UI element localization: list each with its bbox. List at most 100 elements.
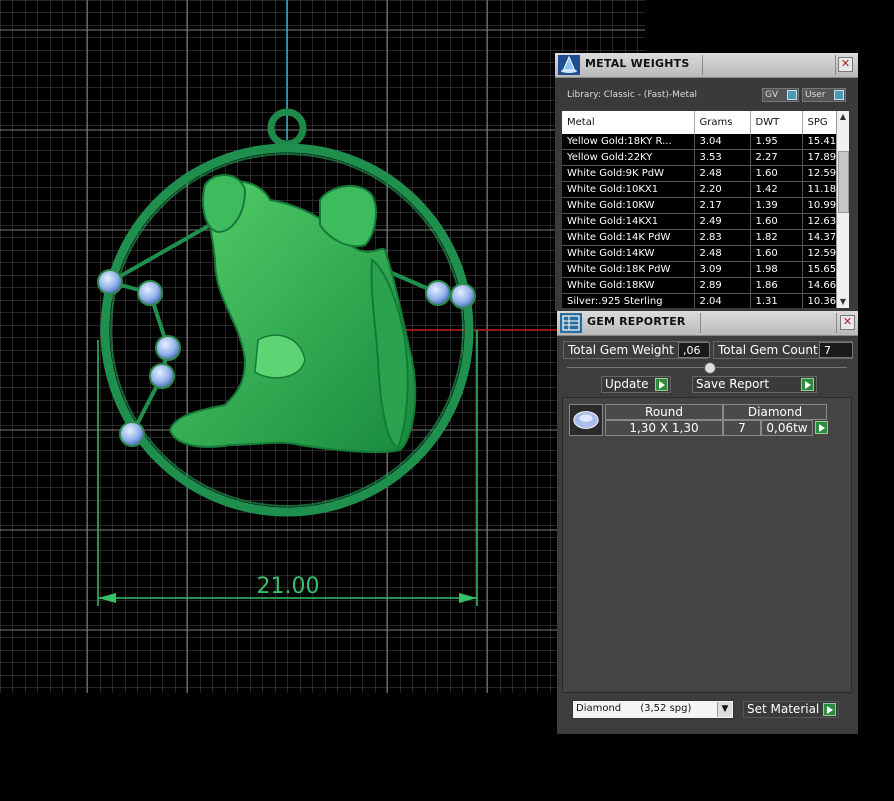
set-material-button[interactable]: Set Material: [743, 701, 839, 718]
play-icon: [655, 378, 668, 391]
library-label: Library: Classic - (Fast)-Metal: [567, 90, 698, 100]
scroll-down-arrow[interactable]: ▼: [838, 297, 848, 307]
play-icon: [801, 378, 814, 391]
table-row[interactable]: White Gold:18KW 2.89 1.86 14.66: [562, 277, 836, 294]
table-cell: 15.41: [802, 134, 836, 150]
vertical-scrollbar[interactable]: ▲ ▼: [836, 111, 849, 308]
table-cell: 14.66: [802, 277, 836, 294]
gem-reporter-panel: GEM REPORTER ✕ Total Gem Weight ,06 Tota…: [557, 311, 858, 734]
gv-toggle-label: GV: [765, 90, 779, 100]
table-cell: 14.37: [802, 229, 836, 246]
round-gem-icon: [569, 404, 603, 436]
metal-table: Metal Grams DWT SPG Yellow Gold:18KY R..…: [562, 111, 836, 308]
table-cell: White Gold:10KX1: [562, 181, 695, 198]
table-cell: 2.04: [694, 293, 751, 308]
table-cell: White Gold:14KW: [562, 245, 695, 262]
table-row[interactable]: White Gold:10KW 2.17 1.39 10.99: [562, 197, 836, 214]
splitter-handle[interactable]: [704, 362, 716, 374]
user-toggle[interactable]: User: [802, 88, 846, 102]
table-cell: 1.39: [750, 197, 803, 214]
table-row[interactable]: Yellow Gold:22KY 3.53 2.27 17.89: [562, 149, 836, 166]
gem-size: 1,30 X 1,30: [605, 420, 723, 436]
table-cell: 1.98: [750, 261, 803, 278]
close-icon[interactable]: ✕: [840, 315, 855, 330]
table-cell: Yellow Gold:18KY R...: [562, 134, 695, 150]
gv-toggle[interactable]: GV: [762, 88, 799, 102]
column-header[interactable]: Metal: [562, 111, 695, 134]
gem-report-icon: [560, 313, 582, 333]
column-header[interactable]: SPG: [802, 111, 836, 134]
table-cell: 3.53: [694, 149, 751, 166]
table-cell: 10.36: [802, 293, 836, 308]
table-cell: 12.63: [802, 213, 836, 230]
table-row[interactable]: White Gold:9K PdW 2.48 1.60 12.59: [562, 165, 836, 182]
table-cell: Yellow Gold:22KY: [562, 149, 695, 166]
table-cell: 17.89: [802, 149, 836, 166]
table-cell: 1.86: [750, 277, 803, 294]
table-cell: White Gold:14KX1: [562, 213, 695, 230]
table-cell: 2.48: [694, 165, 751, 182]
title-separator: [700, 313, 701, 333]
table-cell: 2.27: [750, 149, 803, 166]
user-toggle-label: User: [805, 90, 826, 100]
rhino-jewel-icon: [558, 55, 580, 75]
table-cell: 2.48: [694, 245, 751, 262]
table-header-row: Metal Grams DWT SPG: [562, 111, 836, 134]
table-cell: 3.09: [694, 261, 751, 278]
table-cell: 2.49: [694, 213, 751, 230]
gem-weight: 0,06tw: [761, 420, 813, 436]
table-row[interactable]: Yellow Gold:18KY R... 3.04 1.95 15.41: [562, 134, 836, 150]
set-material-button-label: Set Material: [747, 702, 820, 716]
table-cell: 11.18: [802, 181, 836, 198]
table-cell: 1.42: [750, 181, 803, 198]
table-cell: White Gold:18KW: [562, 277, 695, 294]
scroll-up-arrow[interactable]: ▲: [838, 112, 848, 122]
table-cell: White Gold:10KW: [562, 197, 695, 214]
metal-table-container: Metal Grams DWT SPG Yellow Gold:18KY R..…: [562, 111, 836, 308]
table-cell: 2.89: [694, 277, 751, 294]
total-gem-count-value[interactable]: 7: [819, 342, 853, 358]
table-cell: 2.20: [694, 181, 751, 198]
table-row[interactable]: Silver:.925 Sterling 2.04 1.31 10.36: [562, 293, 836, 308]
save-report-button[interactable]: Save Report: [692, 376, 817, 393]
table-cell: White Gold:14K PdW: [562, 229, 695, 246]
gem-row[interactable]: Round Diamond 1,30 X 1,30 7 0,06tw: [569, 404, 829, 438]
table-cell: 1.60: [750, 213, 803, 230]
update-button-label: Update: [605, 377, 649, 391]
table-cell: 1.82: [750, 229, 803, 246]
column-header[interactable]: Grams: [694, 111, 751, 134]
gem-reporter-titlebar[interactable]: GEM REPORTER ✕: [557, 311, 858, 336]
title-separator: [835, 55, 836, 75]
gem-reporter-title: GEM REPORTER: [587, 315, 686, 328]
dimension-label: 21.00: [257, 574, 320, 599]
save-report-button-label: Save Report: [696, 377, 770, 391]
table-row[interactable]: White Gold:14KX1 2.49 1.60 12.63: [562, 213, 836, 230]
close-icon[interactable]: ✕: [838, 57, 853, 72]
table-cell: 1.95: [750, 134, 803, 150]
metal-weights-title: METAL WEIGHTS: [585, 57, 690, 70]
table-cell: White Gold:9K PdW: [562, 165, 695, 182]
table-row[interactable]: White Gold:14KW 2.48 1.60 12.59: [562, 245, 836, 262]
scroll-thumb[interactable]: [838, 151, 849, 213]
table-cell: 12.59: [802, 165, 836, 182]
play-icon: [823, 703, 836, 716]
material-dropdown-value: Diamond (3,52 spg): [576, 703, 692, 714]
column-header[interactable]: DWT: [750, 111, 803, 134]
gem-count: 7: [723, 420, 761, 436]
metal-weights-titlebar[interactable]: METAL WEIGHTS ✕: [555, 53, 858, 78]
title-separator: [702, 55, 703, 75]
table-cell: 1.60: [750, 165, 803, 182]
gem-list-area: Round Diamond 1,30 X 1,30 7 0,06tw: [562, 397, 852, 693]
table-row[interactable]: White Gold:18K PdW 3.09 1.98 15.65: [562, 261, 836, 278]
table-cell: 12.59: [802, 245, 836, 262]
gem-detail-play-icon[interactable]: [815, 421, 828, 434]
table-cell: Silver:.925 Sterling: [562, 293, 695, 308]
table-cell: 1.31: [750, 293, 803, 308]
total-gem-weight-value[interactable]: ,06: [678, 342, 710, 358]
table-row[interactable]: White Gold:14K PdW 2.83 1.82 14.37: [562, 229, 836, 246]
table-row[interactable]: White Gold:10KX1 2.20 1.42 11.18: [562, 181, 836, 198]
material-dropdown[interactable]: Diamond (3,52 spg) ▼: [572, 700, 734, 719]
update-button[interactable]: Update: [601, 376, 671, 393]
table-cell: 10.99: [802, 197, 836, 214]
chevron-down-icon[interactable]: ▼: [717, 702, 732, 717]
